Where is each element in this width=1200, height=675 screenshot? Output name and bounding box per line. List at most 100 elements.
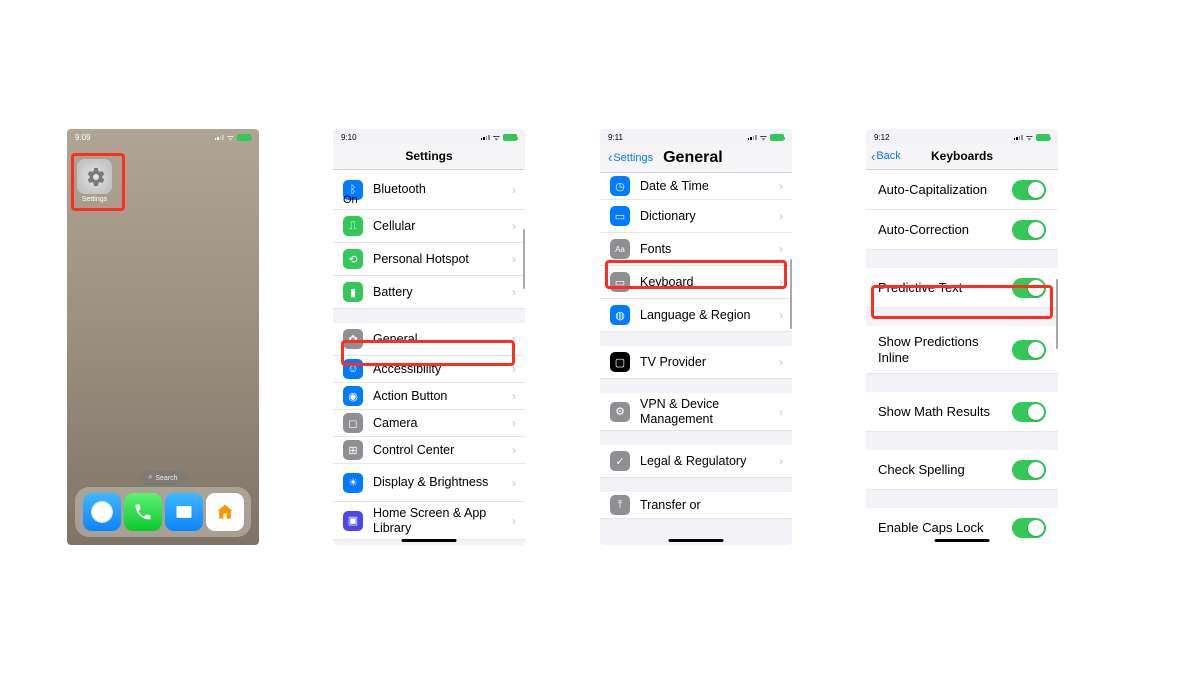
row-auto-capitalization: Auto-Capitalization	[866, 170, 1058, 210]
phone-keyboards-settings: 9:12 ᯤ ‹ Back Keyboards Auto-Capitalizat…	[866, 129, 1058, 545]
row-home-screen[interactable]: ▣ Home Screen & App Library ›	[333, 502, 525, 540]
row-date-time[interactable]: ◷ Date & Time ›	[600, 173, 792, 200]
toggle-switch[interactable]	[1012, 402, 1046, 422]
chevron-right-icon: ›	[512, 252, 516, 266]
back-button[interactable]: ‹ Settings	[608, 150, 653, 165]
section-divider	[866, 374, 1058, 392]
search-label: Search	[155, 475, 177, 482]
chevron-right-icon: ›	[779, 179, 783, 193]
row-legal[interactable]: ✓ Legal & Regulatory ›	[600, 445, 792, 478]
row-tv[interactable]: ▢ TV Provider ›	[600, 346, 792, 379]
keyboard-toggles: Auto-Capitalization Auto-Correction Pred…	[866, 170, 1058, 545]
nav-title: General	[663, 149, 723, 167]
row-accessibility[interactable]: ☺ Accessibility ›	[333, 356, 525, 383]
mail-icon[interactable]	[165, 493, 203, 531]
clock-icon: ◷	[610, 176, 630, 196]
toggle-switch[interactable]	[1012, 180, 1046, 200]
battery-icon	[503, 134, 517, 141]
nav-bar: ‹ Settings General	[600, 143, 792, 173]
row-check-spelling: Check Spelling	[866, 450, 1058, 490]
status-bar: 9:12 ᯤ	[866, 129, 1058, 143]
section-divider	[600, 332, 792, 346]
row-hotspot[interactable]: ⟲ Personal Hotspot ›	[333, 243, 525, 276]
status-indicators: ᯤ	[481, 132, 517, 143]
row-camera[interactable]: ◻ Camera ›	[333, 410, 525, 437]
row-label: Legal & Regulatory	[640, 454, 746, 469]
chevron-right-icon: ›	[779, 209, 783, 223]
row-vpn[interactable]: ⚙ VPN & Device Management ›	[600, 393, 792, 431]
chevron-right-icon: ›	[512, 514, 516, 528]
row-label: Cellular	[373, 219, 415, 234]
control-center-icon: ⊞	[343, 440, 363, 460]
status-indicators: ᯤ	[215, 132, 251, 143]
row-label: Battery	[373, 285, 413, 300]
toggle-switch[interactable]	[1012, 460, 1046, 480]
settings-rows: ᛒ Bluetooth On › ⎍ Cellular › ⟲ Personal…	[333, 170, 525, 540]
row-label: Control Center	[373, 443, 454, 458]
toggle-switch[interactable]	[1012, 518, 1046, 538]
scrollbar[interactable]	[1056, 279, 1058, 349]
row-cellular[interactable]: ⎍ Cellular ›	[333, 210, 525, 243]
row-predictive-text: Predictive Text	[866, 268, 1058, 308]
row-fonts[interactable]: Aa Fonts ›	[600, 233, 792, 266]
cellular-signal-icon	[748, 135, 757, 140]
section-divider	[600, 379, 792, 393]
nav-bar: ‹ Back Keyboards	[866, 143, 1058, 170]
row-label: Bluetooth	[373, 182, 426, 197]
row-state: On	[343, 194, 358, 206]
row-dictionary[interactable]: ▭ Dictionary ›	[600, 200, 792, 233]
row-display[interactable]: ☀ Display & Brightness ›	[333, 464, 525, 502]
row-label: Fonts	[640, 242, 671, 257]
toggle-switch[interactable]	[1012, 278, 1046, 298]
row-action-button[interactable]: ◉ Action Button ›	[333, 383, 525, 410]
row-control-center[interactable]: ⊞ Control Center ›	[333, 437, 525, 464]
wifi-icon: ᯤ	[1026, 132, 1033, 143]
row-keyboard[interactable]: ▭ Keyboard ›	[600, 266, 792, 299]
cellular-signal-icon	[1014, 135, 1023, 140]
nav-title: Keyboards	[866, 149, 1058, 163]
battery-icon	[770, 134, 784, 141]
row-label: Home Screen & App Library	[373, 506, 515, 536]
dictionary-icon: ▭	[610, 206, 630, 226]
row-transfer[interactable]: ⤒ Transfer or	[600, 492, 792, 519]
row-label: Show Math Results	[878, 404, 990, 420]
toggle-switch[interactable]	[1012, 340, 1046, 360]
settings-app[interactable]: Settings	[77, 159, 112, 203]
battery-icon	[1036, 134, 1050, 141]
transfer-icon: ⤒	[610, 495, 630, 515]
safari-icon[interactable]	[83, 493, 121, 531]
row-general[interactable]: ✿ General ›	[333, 323, 525, 356]
row-language[interactable]: ◍ Language & Region ›	[600, 299, 792, 332]
legal-icon: ✓	[610, 451, 630, 471]
wifi-icon: ᯤ	[493, 132, 500, 143]
section-divider	[866, 490, 1058, 508]
status-indicators: ᯤ	[748, 132, 784, 143]
chevron-right-icon: ›	[512, 285, 516, 299]
row-label: Language & Region	[640, 308, 751, 323]
hotspot-icon: ⟲	[343, 249, 363, 269]
chevron-right-icon: ›	[512, 219, 516, 233]
tv-icon: ▢	[610, 352, 630, 372]
cellular-signal-icon	[215, 135, 224, 140]
fonts-icon: Aa	[610, 239, 630, 259]
home-app-icon[interactable]	[206, 493, 244, 531]
scrollbar[interactable]	[790, 259, 792, 329]
display-icon: ☀	[343, 473, 363, 493]
toggle-switch[interactable]	[1012, 220, 1046, 240]
row-battery[interactable]: ▮ Battery ›	[333, 276, 525, 309]
back-label: Settings	[613, 152, 653, 164]
status-bar: 9:11 ᯤ	[600, 129, 792, 143]
row-label: Date & Time	[640, 179, 709, 194]
phone-icon[interactable]	[124, 493, 162, 531]
globe-icon: ◍	[610, 305, 630, 325]
row-bluetooth[interactable]: ᛒ Bluetooth On ›	[333, 170, 525, 210]
row-label: Predictive Text	[878, 280, 962, 296]
home-search-pill[interactable]: ⌕ Search	[140, 471, 185, 485]
accessibility-icon: ☺	[343, 359, 363, 379]
gear-icon: ✿	[343, 329, 363, 349]
scrollbar[interactable]	[523, 229, 525, 289]
chevron-right-icon: ›	[779, 405, 783, 419]
battery-setting-icon: ▮	[343, 282, 363, 302]
row-label: Show Predictions Inline	[878, 334, 1008, 365]
chevron-right-icon: ›	[779, 355, 783, 369]
